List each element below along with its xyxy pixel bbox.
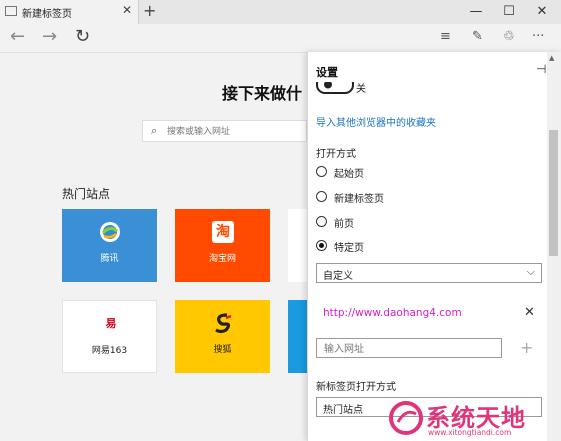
search-icon: ⌕: [151, 124, 158, 137]
share-icon[interactable]: ♲: [503, 29, 515, 44]
tile-label: 淘宝网: [208, 254, 236, 264]
tile-sohu[interactable]: 搜狐: [175, 300, 270, 373]
remove-url-icon[interactable]: ✕: [524, 305, 535, 320]
forward-icon[interactable]: →: [42, 26, 57, 47]
radio-start-page[interactable]: 起始页: [316, 164, 516, 182]
page-headline: 接下来做什: [222, 84, 303, 103]
tile-label: 网易163: [91, 346, 128, 356]
pin-icon[interactable]: ⊣: [536, 62, 546, 76]
radio-previous-page[interactable]: 前页: [316, 214, 516, 232]
radio-circle: [316, 166, 327, 177]
scrollbar-thumb[interactable]: [549, 130, 558, 256]
close-window-button[interactable]: ✕: [529, 2, 555, 22]
maximize-button[interactable]: ☐: [496, 2, 522, 22]
url-row: http://www.daohang4.com ✕: [316, 302, 542, 326]
radio-label: 特定页: [334, 243, 364, 254]
tile-label: 腾讯: [100, 254, 119, 264]
sohu-logo-icon: [215, 313, 232, 334]
tile-partial[interactable]: [288, 300, 307, 373]
hot-sites-title: 热门站点: [62, 187, 111, 201]
tile-tencent[interactable]: 腾讯: [62, 209, 157, 282]
settings-panel: 设置 ⊣ 关 导入其他浏览器中的收藏夹 打开方式 起始页 新建标签页 前页 特定…: [307, 52, 561, 441]
newtab-open-label: 新标签页打开方式: [316, 382, 396, 393]
open-with-label: 打开方式: [316, 149, 356, 160]
radio-circle: [316, 216, 327, 227]
custom-page-select[interactable]: 自定义 ⌵: [316, 263, 542, 283]
netease-logo-icon: 易: [105, 317, 117, 330]
watermark-logo-icon: [389, 401, 423, 435]
radio-label: 前页: [334, 219, 354, 230]
add-url-icon[interactable]: +: [520, 338, 533, 357]
radio-label: 新建标签页: [334, 194, 384, 205]
settings-title: 设置: [316, 66, 338, 79]
url-field[interactable]: [316, 338, 502, 358]
radio-label: 起始页: [334, 169, 364, 180]
search-input[interactable]: [165, 123, 304, 141]
back-icon[interactable]: ←: [10, 26, 25, 47]
new-tab-button[interactable]: +: [143, 1, 156, 20]
radio-new-tab[interactable]: 新建标签页: [316, 189, 516, 207]
hub-icon[interactable]: ≡: [440, 29, 451, 44]
select-value: 自定义: [323, 271, 353, 282]
more-icon[interactable]: ···: [532, 29, 544, 44]
tile-partial[interactable]: [288, 209, 307, 282]
tab-title: 新建标签页: [22, 9, 72, 20]
url-input[interactable]: [322, 341, 496, 357]
close-tab-icon[interactable]: ✕: [122, 3, 132, 17]
select-value: 热门站点: [323, 405, 363, 416]
toggle-switch[interactable]: [316, 82, 356, 96]
tile-netease[interactable]: 易 网易163: [62, 300, 157, 373]
web-note-icon[interactable]: ✎: [472, 29, 483, 44]
taobao-logo-icon: 淘: [212, 221, 234, 243]
radio-specific-page[interactable]: 特定页: [316, 238, 516, 256]
page-icon: [5, 6, 17, 16]
refresh-icon[interactable]: ↻: [75, 26, 90, 47]
radio-circle-selected: [316, 240, 327, 251]
search-box[interactable]: ⌕: [142, 120, 307, 142]
minimize-button[interactable]: —: [463, 2, 489, 22]
tile-label: 搜狐: [213, 345, 232, 355]
scroll-up-icon[interactable]: ▲: [549, 54, 554, 62]
browser-tab[interactable]: 新建标签页 ✕: [0, 0, 139, 24]
import-favorites-link[interactable]: 导入其他浏览器中的收藏夹: [316, 114, 436, 129]
tile-taobao[interactable]: 淘 淘宝网: [175, 209, 270, 282]
scrollbar[interactable]: ▲: [547, 52, 561, 441]
toggle-label: 关: [356, 84, 366, 95]
chevron-down-icon: ⌵: [526, 265, 535, 278]
url-text: http://www.daohang4.com: [323, 307, 462, 319]
watermark-url: www.xitongtiandi.com: [428, 428, 512, 437]
tencent-logo-icon: [100, 222, 120, 242]
watermark: 系统天地 www.xitongtiandi.com: [388, 398, 561, 441]
radio-circle: [316, 191, 327, 202]
